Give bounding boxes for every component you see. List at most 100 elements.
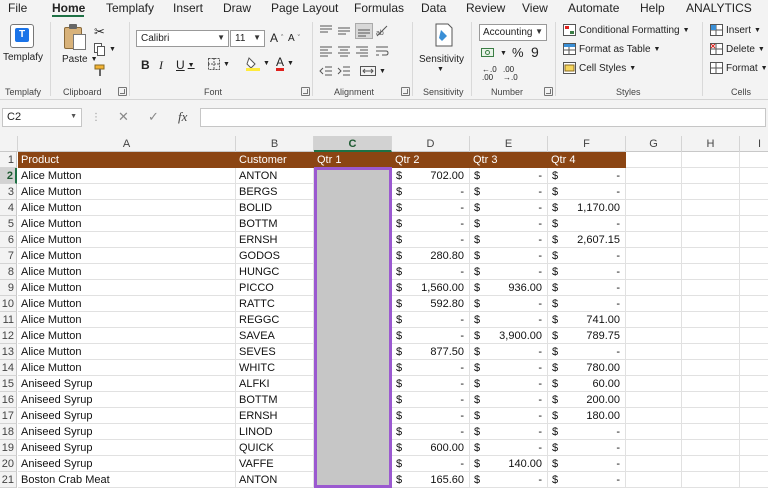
- cell-qtr4[interactable]: $ -: [548, 280, 626, 296]
- cell-customer[interactable]: BOLID: [236, 200, 314, 216]
- row-header-9[interactable]: 9: [0, 280, 17, 296]
- borders-icon[interactable]: ▼: [208, 58, 230, 70]
- row-header-10[interactable]: 10: [0, 296, 17, 312]
- fill-color-icon[interactable]: ▼: [246, 56, 270, 71]
- empty-cell[interactable]: [626, 344, 682, 360]
- empty-cell[interactable]: [682, 200, 740, 216]
- empty-cell[interactable]: [682, 392, 740, 408]
- decrease-decimal-icon[interactable]: .00 →.0: [503, 66, 518, 82]
- cell-qtr2[interactable]: $ -: [392, 312, 470, 328]
- cell-qtr3[interactable]: $ -: [470, 392, 548, 408]
- format-cells-button[interactable]: Format ▼: [710, 62, 768, 74]
- empty-cell[interactable]: [626, 264, 682, 280]
- empty-cell[interactable]: [682, 472, 740, 488]
- row-header-12[interactable]: 12: [0, 328, 17, 344]
- empty-cell[interactable]: [682, 152, 740, 168]
- empty-cell[interactable]: [626, 472, 682, 488]
- tab-draw[interactable]: Draw: [223, 1, 251, 15]
- empty-cell[interactable]: [740, 376, 768, 392]
- cell-qtr2[interactable]: $702.00: [392, 168, 470, 184]
- cell-qtr2[interactable]: $592.80: [392, 296, 470, 312]
- cell-styles-button[interactable]: Cell Styles ▼: [563, 62, 636, 74]
- column-header-c[interactable]: C: [314, 136, 392, 152]
- cell-qtr2[interactable]: $ -: [392, 216, 470, 232]
- empty-cell[interactable]: [682, 328, 740, 344]
- empty-cell[interactable]: [626, 200, 682, 216]
- tab-file[interactable]: File: [8, 1, 27, 15]
- empty-cell[interactable]: [740, 408, 768, 424]
- empty-cell[interactable]: [740, 472, 768, 488]
- align-top-icon[interactable]: [319, 25, 333, 37]
- cell-customer[interactable]: PICCO: [236, 280, 314, 296]
- header-cell-f[interactable]: Qtr 4: [548, 152, 626, 168]
- empty-cell[interactable]: [682, 344, 740, 360]
- column-header-f[interactable]: F: [548, 136, 626, 152]
- alignment-launcher-icon[interactable]: [401, 87, 410, 96]
- empty-cell[interactable]: [740, 264, 768, 280]
- column-header-g[interactable]: G: [626, 136, 682, 152]
- cell-qtr3[interactable]: $ -: [470, 168, 548, 184]
- empty-cell[interactable]: [682, 456, 740, 472]
- empty-cell[interactable]: [626, 392, 682, 408]
- cell-qtr4[interactable]: $741.00: [548, 312, 626, 328]
- formula-input[interactable]: [200, 108, 766, 127]
- cell-qtr3[interactable]: $ -: [470, 344, 548, 360]
- empty-cell[interactable]: [626, 456, 682, 472]
- cell-product[interactable]: Alice Mutton: [18, 248, 236, 264]
- paste-button[interactable]: Paste ▼: [62, 54, 98, 65]
- cell-qtr2[interactable]: $ -: [392, 200, 470, 216]
- name-box[interactable]: C2 ▼: [2, 108, 82, 127]
- italic-icon[interactable]: I: [159, 58, 163, 73]
- empty-cell[interactable]: [626, 360, 682, 376]
- empty-cell[interactable]: [740, 216, 768, 232]
- empty-cell[interactable]: [626, 184, 682, 200]
- cell-qtr3[interactable]: $ -: [470, 376, 548, 392]
- cell-product[interactable]: Boston Crab Meat: [18, 472, 236, 488]
- cell-qtr2[interactable]: $ -: [392, 184, 470, 200]
- cell-qtr2[interactable]: $ -: [392, 264, 470, 280]
- cell-customer[interactable]: BERGS: [236, 184, 314, 200]
- cell-customer[interactable]: ALFKI: [236, 376, 314, 392]
- cell-customer[interactable]: BOTTM: [236, 392, 314, 408]
- cell-customer[interactable]: QUICK: [236, 440, 314, 456]
- number-format-select[interactable]: Accounting ▼: [479, 24, 547, 41]
- comma-style-icon[interactable]: 9: [531, 44, 539, 60]
- cell-qtr2[interactable]: $165.60: [392, 472, 470, 488]
- cell-product[interactable]: Aniseed Syrup: [18, 456, 236, 472]
- templafy-button[interactable]: Templafy: [3, 52, 43, 63]
- cell-qtr2[interactable]: $600.00: [392, 440, 470, 456]
- cell-qtr3[interactable]: $ -: [470, 184, 548, 200]
- cell-qtr3[interactable]: $ -: [470, 360, 548, 376]
- cell-product[interactable]: Aniseed Syrup: [18, 392, 236, 408]
- column-header-a[interactable]: A: [18, 136, 236, 152]
- conditional-formatting-button[interactable]: Conditional Formatting ▼: [563, 24, 690, 36]
- empty-cell[interactable]: [740, 424, 768, 440]
- cell-qtr4[interactable]: $180.00: [548, 408, 626, 424]
- accounting-format-icon[interactable]: ▼: [481, 46, 507, 60]
- empty-cell[interactable]: [682, 296, 740, 312]
- row-header-11[interactable]: 11: [0, 312, 17, 328]
- clipboard-launcher-icon[interactable]: [118, 87, 127, 96]
- font-size-select[interactable]: 11 ▼: [230, 30, 265, 47]
- row-header-19[interactable]: 19: [0, 440, 17, 456]
- tab-formulas[interactable]: Formulas: [354, 1, 404, 15]
- cell-qtr3[interactable]: $ -: [470, 440, 548, 456]
- cell-qtr2[interactable]: $280.80: [392, 248, 470, 264]
- select-all-corner[interactable]: [0, 136, 18, 152]
- templafy-icon[interactable]: [10, 24, 34, 48]
- cell-qtr2[interactable]: $ -: [392, 424, 470, 440]
- cell-customer[interactable]: ERNSH: [236, 232, 314, 248]
- cell-product[interactable]: Alice Mutton: [18, 232, 236, 248]
- row-header-1[interactable]: 1: [0, 152, 17, 168]
- increase-indent-icon[interactable]: [337, 65, 351, 77]
- row-header-15[interactable]: 15: [0, 376, 17, 392]
- cell-customer[interactable]: SAVEA: [236, 328, 314, 344]
- cell-qtr2[interactable]: $ -: [392, 232, 470, 248]
- align-middle-icon[interactable]: [337, 25, 351, 37]
- cut-icon[interactable]: ✂: [94, 24, 105, 40]
- chevron-down-icon[interactable]: ▼: [437, 66, 444, 73]
- empty-cell[interactable]: [626, 232, 682, 248]
- sensitivity-button[interactable]: Sensitivity: [419, 54, 464, 65]
- tab-insert[interactable]: Insert: [173, 1, 203, 15]
- cell-qtr2[interactable]: $ -: [392, 408, 470, 424]
